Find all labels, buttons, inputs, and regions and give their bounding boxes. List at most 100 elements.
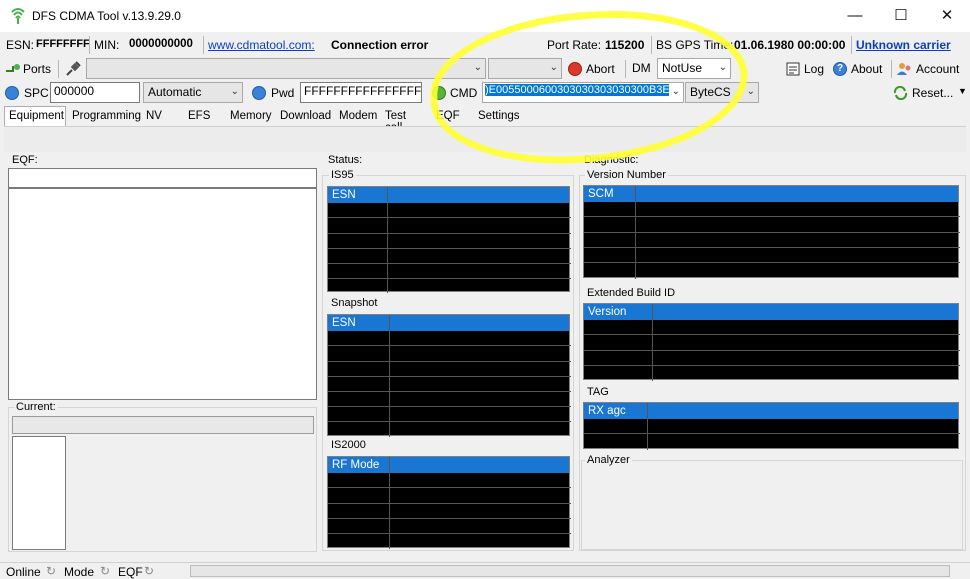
account-button[interactable]: Account bbox=[896, 59, 966, 79]
pwd-input[interactable]: FFFFFFFFFFFFFFFF bbox=[300, 82, 422, 103]
chevron-down-icon: ⌄ bbox=[230, 86, 239, 97]
is95-column-header: ESN bbox=[328, 187, 569, 203]
grid-divider bbox=[328, 278, 571, 279]
grid-divider bbox=[584, 262, 960, 263]
grid-divider bbox=[328, 533, 571, 534]
refresh-icon bbox=[893, 86, 908, 100]
bs-gps-value: 01.06.1980 00:00:00 bbox=[734, 38, 846, 52]
grid-divider bbox=[647, 403, 648, 450]
refresh-icon: ↻ bbox=[46, 564, 57, 578]
about-label: About bbox=[851, 62, 883, 76]
play-icon bbox=[5, 86, 19, 100]
tab-equipment[interactable]: Equipment bbox=[4, 106, 66, 126]
reset-button[interactable]: Reset... ▼ bbox=[893, 83, 967, 103]
grid-divider bbox=[584, 334, 960, 335]
tag-title: TAG bbox=[585, 386, 611, 398]
eqf-header-field bbox=[8, 168, 317, 188]
separator bbox=[851, 36, 852, 54]
minimize-button[interactable]: — bbox=[832, 0, 878, 32]
spc-mode-value: Automatic bbox=[148, 85, 202, 99]
separator bbox=[58, 60, 59, 78]
grid-divider bbox=[652, 304, 653, 381]
grid-divider bbox=[584, 247, 960, 248]
version-column-header: SCM bbox=[584, 186, 958, 202]
maximize-button[interactable]: ☐ bbox=[878, 0, 924, 32]
grid-divider bbox=[328, 391, 571, 392]
mode-status: Mode bbox=[64, 565, 95, 579]
pwd-label: Pwd bbox=[271, 86, 295, 100]
grid-divider bbox=[328, 421, 571, 422]
separator bbox=[203, 36, 204, 54]
spc-mode-select[interactable]: Automatic ⌄ bbox=[143, 82, 243, 103]
grid-divider bbox=[328, 406, 571, 407]
grid-divider bbox=[328, 217, 571, 218]
tab-memory[interactable]: Memory bbox=[225, 106, 273, 126]
tab-efs[interactable]: EFS bbox=[183, 106, 213, 126]
current-preview bbox=[12, 436, 66, 550]
esn-value: FFFFFFFF bbox=[36, 38, 90, 50]
title-bar: DFS CDMA Tool v.13.9.29.0 — ☐ ✕ bbox=[0, 0, 970, 32]
is2000-column-header: RF Mode bbox=[328, 457, 569, 473]
grid-divider bbox=[328, 503, 571, 504]
is95-title: IS95 bbox=[329, 169, 356, 181]
grid-divider bbox=[328, 361, 571, 362]
ports-button[interactable]: Ports bbox=[3, 59, 57, 79]
current-field bbox=[12, 416, 314, 434]
grid-divider bbox=[584, 216, 960, 217]
pwd-button[interactable]: Pwd bbox=[250, 83, 298, 103]
grid-divider bbox=[328, 518, 571, 519]
grid-divider bbox=[328, 263, 571, 264]
version-number-grid[interactable]: SCM bbox=[583, 185, 960, 279]
online-status: Online bbox=[6, 565, 41, 579]
analyzer-title: Analyzer bbox=[585, 454, 632, 466]
spc-label: SPC bbox=[24, 86, 49, 100]
chevron-down-icon: ⌄ bbox=[746, 86, 755, 97]
tab-test-call[interactable]: Test call bbox=[380, 106, 430, 134]
separator bbox=[891, 60, 892, 78]
play-icon bbox=[252, 86, 266, 100]
is95-grid[interactable]: ESN bbox=[327, 186, 571, 293]
grid-divider bbox=[328, 248, 571, 249]
antenna-icon bbox=[11, 8, 25, 24]
help-icon: ? bbox=[833, 62, 847, 76]
version-number-title: Version Number bbox=[585, 169, 668, 181]
tab-programming[interactable]: Programming bbox=[67, 106, 141, 126]
tab-modem[interactable]: Modem bbox=[334, 106, 378, 126]
grid-divider bbox=[584, 350, 960, 351]
refresh-icon: ↻ bbox=[144, 564, 155, 578]
connect-plug-icon[interactable] bbox=[64, 60, 82, 78]
tag-column-header: RX agc bbox=[584, 403, 958, 419]
grid-divider bbox=[584, 433, 960, 434]
eqf-list[interactable] bbox=[8, 188, 317, 400]
extended-build-column-header: Version bbox=[584, 304, 958, 320]
eqf-label: EQF: bbox=[12, 154, 38, 166]
analyzer-group bbox=[581, 460, 963, 550]
carrier-link[interactable]: Unknown carrier bbox=[856, 38, 951, 52]
min-label: MIN: bbox=[94, 38, 120, 52]
tab-download[interactable]: Download bbox=[275, 106, 333, 126]
close-button[interactable]: ✕ bbox=[924, 0, 970, 32]
about-button[interactable]: ? About bbox=[833, 59, 887, 79]
window-title: DFS CDMA Tool v.13.9.29.0 bbox=[32, 9, 181, 23]
grid-divider bbox=[328, 233, 571, 234]
grid-divider bbox=[584, 232, 960, 233]
dropdown-arrow-icon: ▼ bbox=[958, 86, 967, 96]
is2000-grid[interactable]: RF Mode bbox=[327, 456, 571, 549]
spc-button[interactable]: SPC bbox=[3, 83, 49, 103]
tag-grid[interactable]: RX agc bbox=[583, 402, 960, 450]
port-select[interactable]: ⌄ bbox=[86, 58, 486, 79]
ports-icon bbox=[6, 64, 20, 72]
tab-nv[interactable]: NV bbox=[141, 106, 171, 126]
grid-divider bbox=[328, 376, 571, 377]
snapshot-grid[interactable]: ESN bbox=[327, 314, 571, 437]
spc-input[interactable]: 000000 bbox=[50, 82, 140, 103]
eqf-status: EQF bbox=[118, 565, 143, 579]
extended-build-grid[interactable]: Version bbox=[583, 303, 960, 381]
log-icon bbox=[786, 62, 800, 76]
refresh-icon: ↻ bbox=[100, 564, 111, 578]
website-link[interactable]: www.cdmatool.com: bbox=[208, 38, 315, 52]
ports-label: Ports bbox=[23, 62, 52, 76]
log-label: Log bbox=[804, 62, 825, 76]
grid-divider bbox=[328, 345, 571, 346]
log-button[interactable]: Log bbox=[786, 59, 830, 79]
